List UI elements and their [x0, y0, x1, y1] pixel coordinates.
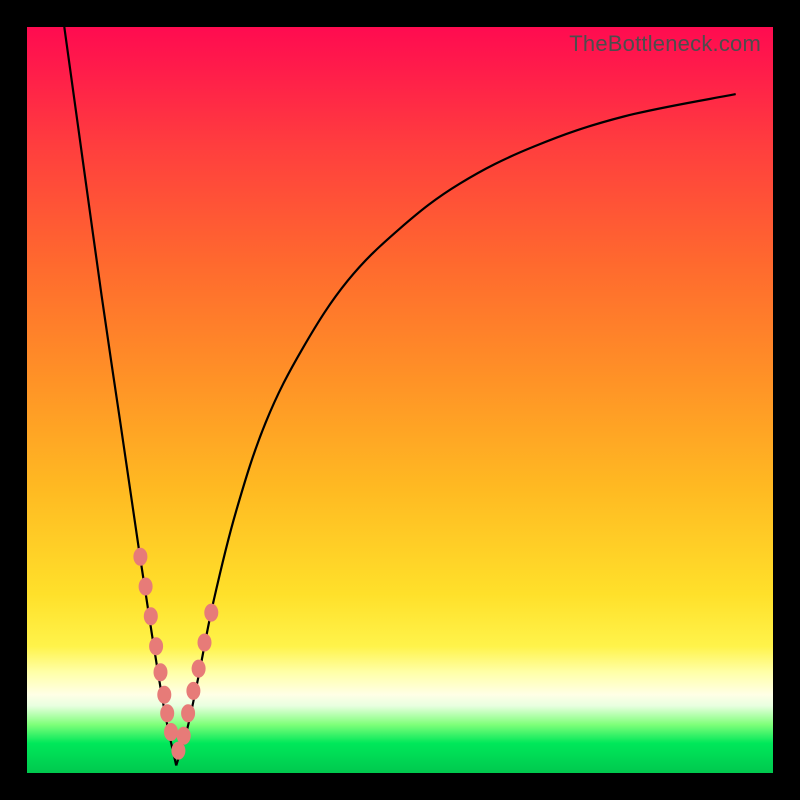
sample-marker	[177, 727, 191, 745]
curve-left-branch	[64, 27, 176, 766]
sample-marker	[204, 604, 218, 622]
sample-marker	[164, 723, 178, 741]
sample-marker	[198, 634, 212, 652]
sample-marker	[139, 578, 153, 596]
watermark-text: TheBottleneck.com	[569, 31, 761, 57]
sample-marker	[181, 704, 195, 722]
sample-marker	[157, 686, 171, 704]
plot-area: TheBottleneck.com	[27, 27, 773, 773]
curve-right-branch	[176, 94, 736, 765]
bottleneck-curve-svg	[27, 27, 773, 773]
sample-marker	[133, 548, 147, 566]
chart-frame: TheBottleneck.com	[0, 0, 800, 800]
sample-marker	[149, 637, 163, 655]
sample-marker	[154, 663, 168, 681]
sample-markers-group	[133, 548, 218, 760]
sample-marker	[144, 607, 158, 625]
sample-marker	[186, 682, 200, 700]
sample-marker	[192, 660, 206, 678]
sample-marker	[160, 704, 174, 722]
